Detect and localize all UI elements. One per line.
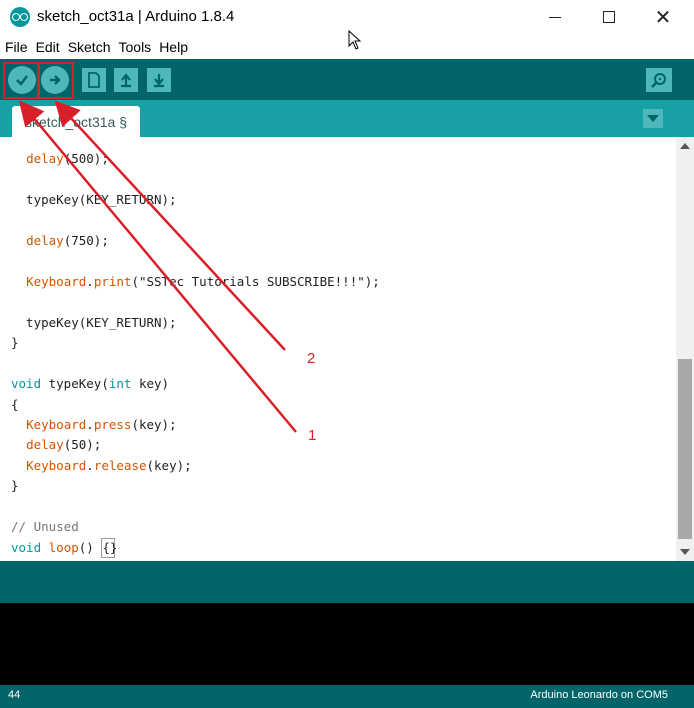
- code-line: void typeKey(int key): [11, 376, 170, 391]
- tab-menu-button[interactable]: [643, 109, 663, 128]
- minimize-icon: [549, 16, 561, 18]
- tab-sketch[interactable]: sketch_oct31a §: [12, 106, 140, 137]
- chevron-down-icon: [647, 115, 659, 122]
- toolbar: [0, 59, 694, 100]
- upload-highlight-box: [37, 62, 74, 99]
- code-keyword: Keyboard: [26, 417, 87, 432]
- code-keyword: press: [93, 417, 132, 432]
- new-button[interactable]: [82, 68, 106, 92]
- open-button[interactable]: [114, 68, 138, 92]
- menu-help[interactable]: Help: [159, 39, 188, 55]
- code-keyword: delay: [26, 233, 64, 248]
- console-output: [0, 603, 694, 685]
- line-number: 44: [8, 689, 21, 701]
- code-keyword: print: [93, 274, 132, 289]
- close-icon: ✕: [654, 5, 672, 29]
- annotation-label-2: 2: [307, 350, 316, 367]
- code-keyword: release: [93, 458, 147, 473]
- code-keyword: Keyboard: [26, 458, 87, 473]
- serial-monitor-button[interactable]: [646, 68, 672, 92]
- menu-edit[interactable]: Edit: [36, 39, 60, 55]
- code-line: delay(750);: [26, 233, 109, 248]
- code-editor[interactable]: delay(500); typeKey(KEY_RETURN); delay(7…: [0, 137, 676, 561]
- arduino-logo-icon: [10, 7, 30, 27]
- code-line: {: [11, 397, 19, 412]
- maximize-button[interactable]: [586, 0, 632, 34]
- magnifier-icon: [651, 73, 666, 88]
- code-line: delay(50);: [26, 437, 102, 452]
- new-file-icon: [88, 72, 100, 88]
- board-port: Arduino Leonardo on COM5: [530, 689, 668, 701]
- menu-bar: File Edit Sketch Tools Help: [0, 34, 694, 59]
- menu-tools[interactable]: Tools: [119, 39, 152, 55]
- arrow-down-icon: [154, 74, 164, 88]
- tab-bar: sketch_oct31a §: [0, 100, 694, 137]
- code-line: void loop() {}: [11, 538, 117, 558]
- scrollbar-thumb[interactable]: [678, 359, 692, 539]
- code-line: Keyboard.press(key);: [26, 417, 177, 432]
- code-keyword: delay: [26, 437, 64, 452]
- close-button[interactable]: ✕: [640, 0, 686, 34]
- annotation-label-1: 1: [308, 427, 317, 444]
- vertical-scrollbar[interactable]: [676, 137, 694, 561]
- bracket-match-highlight: {}: [101, 538, 117, 558]
- menu-sketch[interactable]: Sketch: [68, 39, 111, 55]
- scroll-down-icon[interactable]: [680, 549, 690, 555]
- code-keyword: loop: [48, 540, 79, 555]
- code-line: }: [11, 335, 19, 350]
- window-title: sketch_oct31a | Arduino 1.8.4: [37, 8, 235, 25]
- code-type: void: [11, 540, 42, 555]
- scroll-up-icon[interactable]: [680, 143, 690, 149]
- mouse-cursor-icon: [348, 30, 362, 50]
- code-type: void: [11, 376, 42, 391]
- save-button[interactable]: [147, 68, 171, 92]
- code-comment: // Unused: [11, 519, 79, 534]
- code-line: typeKey(KEY_RETURN);: [11, 315, 177, 330]
- status-bar: 44 Arduino Leonardo on COM5: [0, 685, 694, 708]
- code-line: typeKey(KEY_RETURN);: [11, 192, 177, 207]
- maximize-icon: [603, 11, 615, 23]
- verify-highlight-box: [3, 62, 40, 99]
- code-keyword: Keyboard: [26, 274, 87, 289]
- arrow-up-icon: [121, 73, 131, 88]
- code-line: Keyboard.print("SSTec Tutorials SUBSCRIB…: [26, 274, 380, 289]
- code-line: Keyboard.release(key);: [26, 458, 192, 473]
- code-type: int: [108, 376, 132, 391]
- title-bar: sketch_oct31a | Arduino 1.8.4 ✕: [0, 0, 694, 34]
- minimize-button[interactable]: [532, 0, 578, 34]
- code-line: delay(500);: [26, 151, 109, 166]
- menu-file[interactable]: File: [5, 39, 28, 55]
- code-keyword: delay: [26, 151, 64, 166]
- message-area: [0, 561, 694, 603]
- code-line: }: [11, 478, 19, 493]
